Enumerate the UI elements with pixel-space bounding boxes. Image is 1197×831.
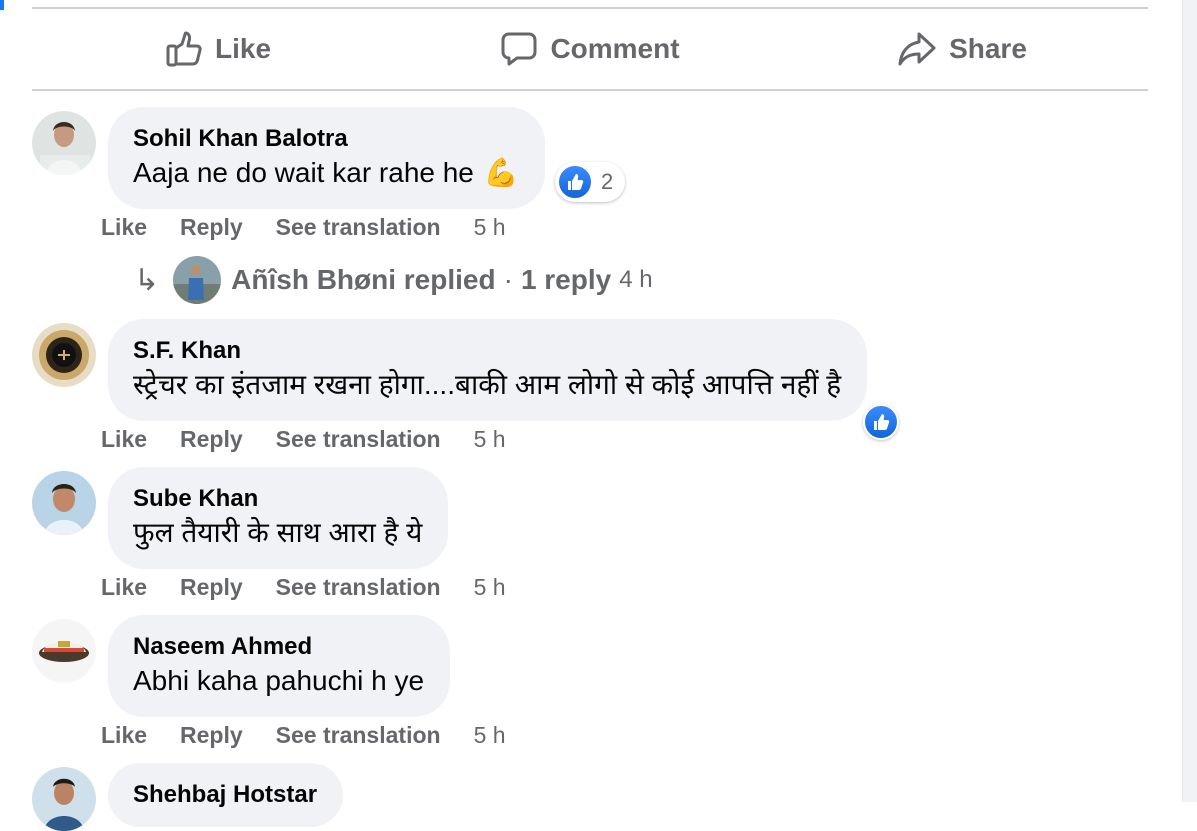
view-replies-link[interactable]: ↳ Añîsh Bhøni replied · 1 reply 4 h	[134, 252, 653, 308]
divider	[32, 89, 1148, 91]
comment-bubble: Sube Khan फुल तैयारी के साथ आरा है ये	[108, 467, 449, 569]
comment-bubble: Shehbaj Hotstar	[108, 763, 344, 827]
avatar[interactable]	[32, 471, 96, 535]
see-translation-link[interactable]: See translation	[276, 722, 441, 749]
comment-author[interactable]: Naseem Ahmed	[133, 632, 424, 662]
reply-timestamp: 4 h	[619, 266, 653, 293]
comment-bubble: Sohil Khan Balotra Aaja ne do wait kar r…	[108, 107, 545, 209]
post-action-bar: Like Comment Share	[32, 10, 1148, 88]
see-translation-link[interactable]: See translation	[276, 574, 441, 601]
like-reaction-icon	[863, 404, 899, 440]
comment-meta: Like Reply See translation 5 h	[101, 722, 506, 749]
comment-button-label: Comment	[550, 33, 680, 64]
comment-text-content: Aaja ne do wait kar rahe he	[133, 157, 474, 188]
scrollbar-track[interactable]	[1182, 0, 1197, 802]
comment-text: Aaja ne do wait kar rahe he 💪	[133, 154, 519, 192]
share-icon	[898, 32, 936, 66]
comment-bubble: S.F. Khan स्ट्रेचर का इंतजाम रखना होगा..…	[108, 319, 868, 421]
replied-by-text: Añîsh Bhøni replied	[231, 264, 496, 295]
comment-text: स्ट्रेचर का इंतजाम रखना होगा....बाकी आम …	[133, 369, 842, 400]
like-button-label: Like	[214, 33, 272, 64]
comment-reply-link[interactable]: Reply	[180, 426, 243, 453]
divider	[32, 7, 1148, 9]
comment-bubble: Naseem Ahmed Abhi kaha pahuchi h ye	[108, 615, 451, 717]
avatar	[173, 256, 222, 304]
avatar[interactable]	[32, 111, 96, 175]
avatar[interactable]	[32, 619, 96, 683]
comment-like-link[interactable]: Like	[101, 214, 147, 241]
reaction-count: 2	[601, 169, 614, 194]
see-translation-link[interactable]: See translation	[276, 214, 441, 241]
active-indicator	[0, 0, 4, 10]
comment-button[interactable]: Comment	[404, 10, 776, 88]
reply-count: 1 reply	[520, 264, 612, 295]
comment-timestamp[interactable]: 5 h	[474, 214, 506, 241]
comment-meta: Like Reply See translation 5 h	[101, 214, 506, 241]
thumbs-up-icon	[166, 31, 202, 67]
separator-dot: ·	[503, 264, 513, 295]
comment-timestamp[interactable]: 5 h	[474, 574, 506, 601]
avatar[interactable]	[32, 767, 96, 831]
comment-author[interactable]: S.F. Khan	[133, 336, 841, 366]
comment-like-link[interactable]: Like	[101, 426, 147, 453]
share-button[interactable]: Share	[776, 10, 1148, 88]
comment-author[interactable]: Sube Khan	[133, 484, 422, 514]
comment-timestamp[interactable]: 5 h	[474, 426, 506, 453]
comment-like-link[interactable]: Like	[101, 574, 147, 601]
comment-meta: Like Reply See translation 5 h	[101, 426, 506, 453]
see-translation-link[interactable]: See translation	[276, 426, 441, 453]
comment-reply-link[interactable]: Reply	[180, 574, 243, 601]
comment-like-link[interactable]: Like	[101, 722, 147, 749]
comment-text: Abhi kaha pahuchi h ye	[133, 665, 425, 696]
share-button-label: Share	[949, 33, 1027, 64]
comment-author[interactable]: Sohil Khan Balotra	[133, 124, 519, 154]
comment-reply-link[interactable]: Reply	[180, 214, 243, 241]
like-reaction-icon	[557, 164, 593, 200]
avatar[interactable]	[32, 323, 96, 387]
comment-timestamp[interactable]: 5 h	[474, 722, 506, 749]
comment-icon	[501, 32, 537, 66]
reaction-summary[interactable]	[863, 404, 899, 440]
comment-author[interactable]: Shehbaj Hotstar	[133, 780, 317, 810]
like-button[interactable]: Like	[32, 10, 404, 88]
comment-text: फुल तैयारी के साथ आरा है ये	[133, 517, 423, 548]
comment-reply-link[interactable]: Reply	[180, 722, 243, 749]
flexed-biceps-emoji: 💪	[483, 157, 519, 188]
reaction-summary[interactable]: 2	[555, 162, 626, 202]
reply-arrow-icon: ↳	[134, 263, 160, 297]
comment-meta: Like Reply See translation 5 h	[101, 574, 506, 601]
